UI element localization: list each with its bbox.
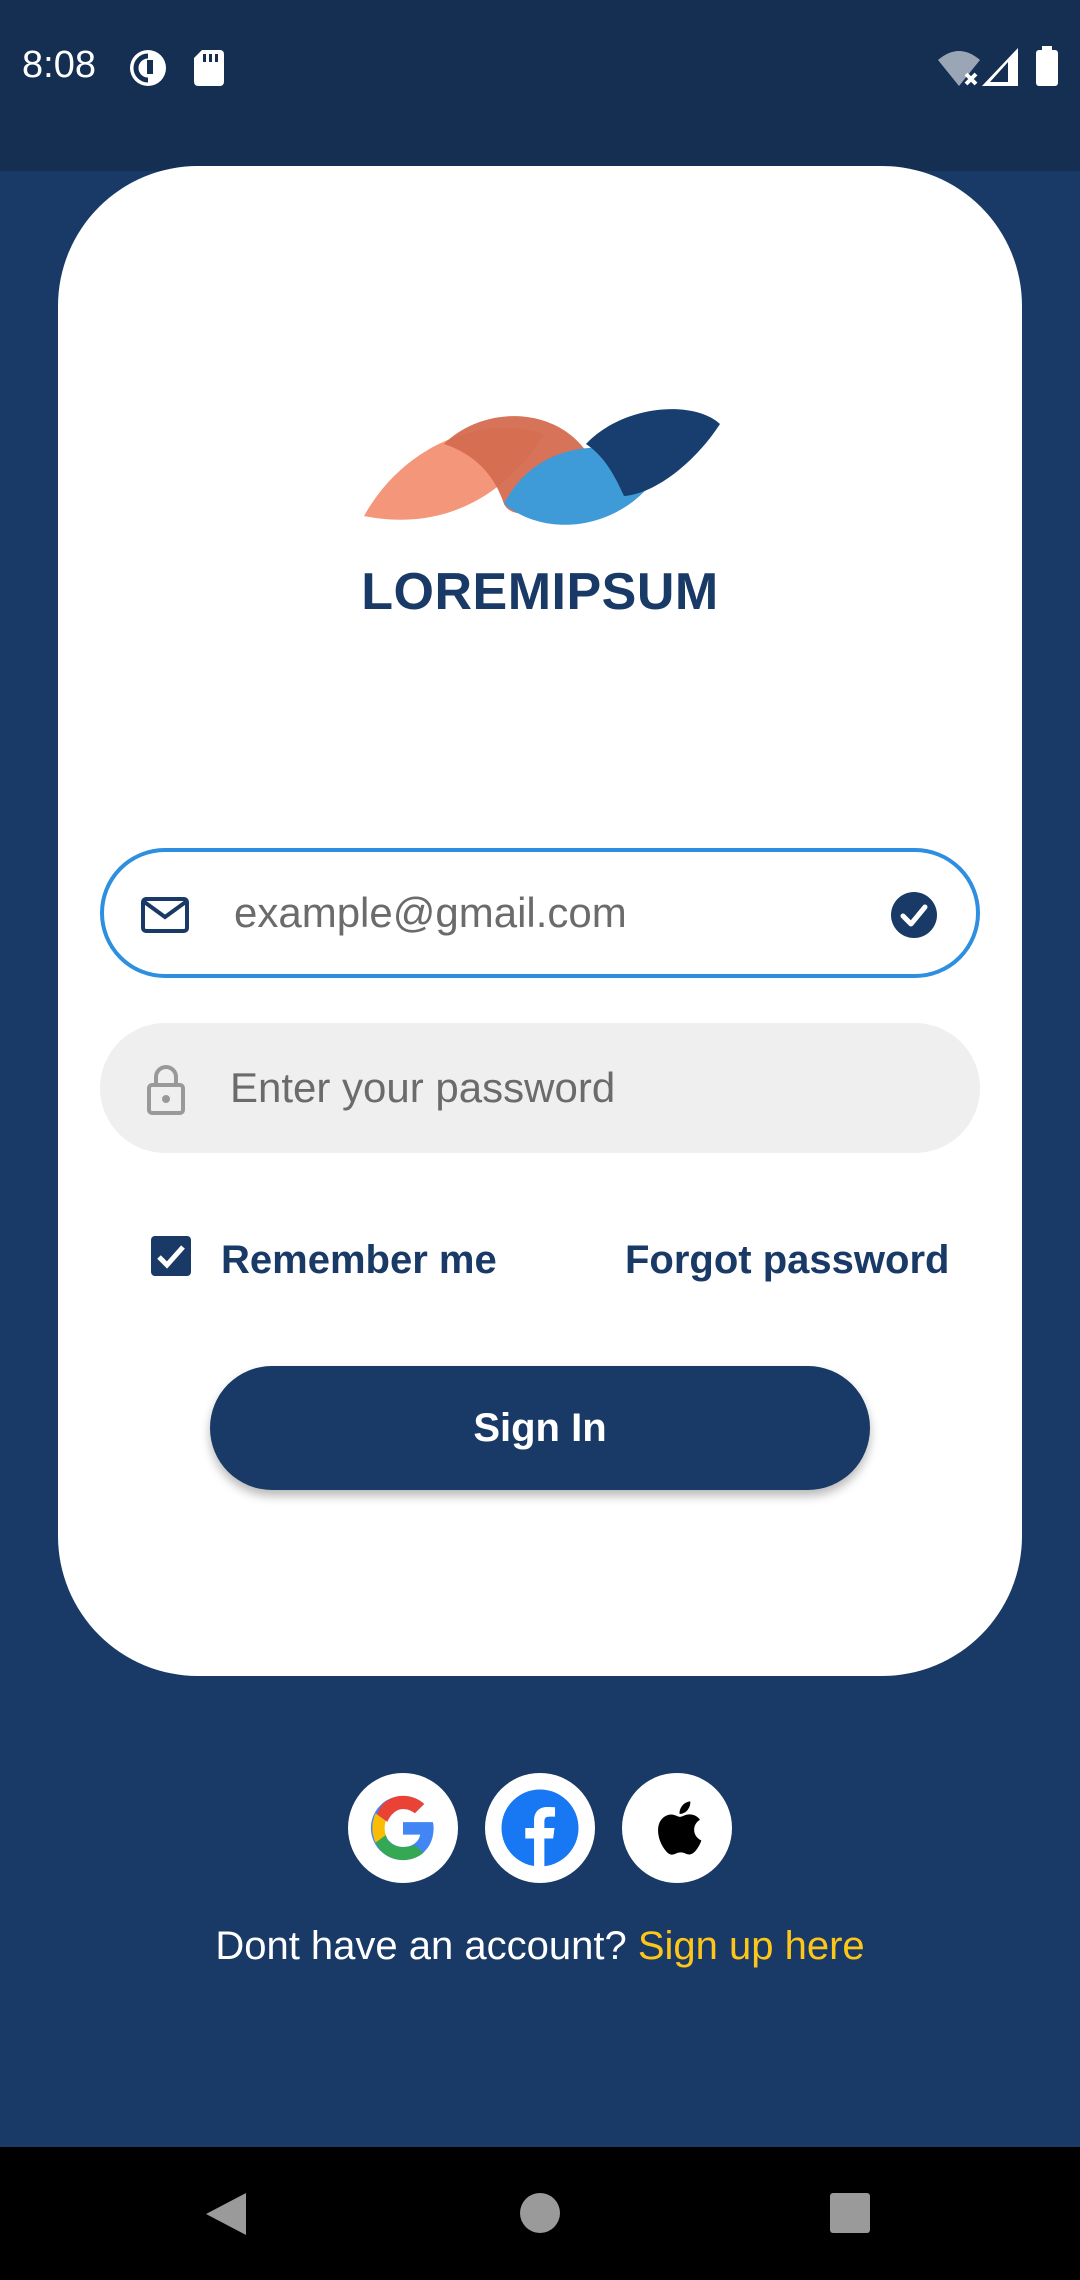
apple-icon bbox=[658, 1801, 702, 1855]
sign-in-button[interactable]: Sign In bbox=[210, 1366, 870, 1490]
forgot-password-link[interactable]: Forgot password bbox=[625, 1238, 949, 1283]
signup-prompt-text: Dont have an account? bbox=[215, 1924, 638, 1968]
checkmark-icon bbox=[157, 1245, 185, 1269]
email-field[interactable] bbox=[100, 848, 980, 978]
facebook-icon bbox=[501, 1789, 579, 1867]
google-icon bbox=[370, 1795, 434, 1861]
password-input[interactable] bbox=[230, 1023, 810, 1153]
battery-icon bbox=[1036, 46, 1058, 86]
status-time: 8:08 bbox=[22, 44, 96, 86]
lock-icon bbox=[147, 1065, 185, 1115]
wifi-off-icon bbox=[938, 51, 980, 86]
login-options-row: Remember me Forgot password bbox=[0, 1220, 1080, 1300]
recents-icon[interactable] bbox=[830, 2193, 870, 2233]
sd-card-icon bbox=[194, 50, 224, 86]
password-field[interactable] bbox=[100, 1023, 980, 1153]
status-bar: 8:08 bbox=[0, 0, 1080, 171]
facebook-login-button[interactable] bbox=[485, 1773, 595, 1883]
google-login-button[interactable] bbox=[348, 1773, 458, 1883]
remember-me-label[interactable]: Remember me bbox=[221, 1238, 497, 1283]
remember-me-checkbox[interactable] bbox=[151, 1236, 191, 1276]
email-input[interactable] bbox=[234, 852, 814, 974]
sign-up-link[interactable]: Sign up here bbox=[638, 1924, 865, 1968]
brand-logo bbox=[364, 409, 720, 525]
mail-icon bbox=[141, 897, 189, 933]
apple-login-button[interactable] bbox=[622, 1773, 732, 1883]
check-circle-icon bbox=[891, 892, 937, 938]
navigation-bar bbox=[0, 2147, 1080, 2280]
signal-icon bbox=[982, 48, 1018, 86]
brand-name: LOREMIPSUM bbox=[361, 563, 719, 621]
home-icon[interactable] bbox=[520, 2193, 560, 2233]
signup-prompt: Dont have an account? Sign up here bbox=[0, 1924, 1080, 1969]
pocket-casts-icon bbox=[130, 50, 166, 86]
back-icon[interactable] bbox=[204, 2191, 248, 2237]
